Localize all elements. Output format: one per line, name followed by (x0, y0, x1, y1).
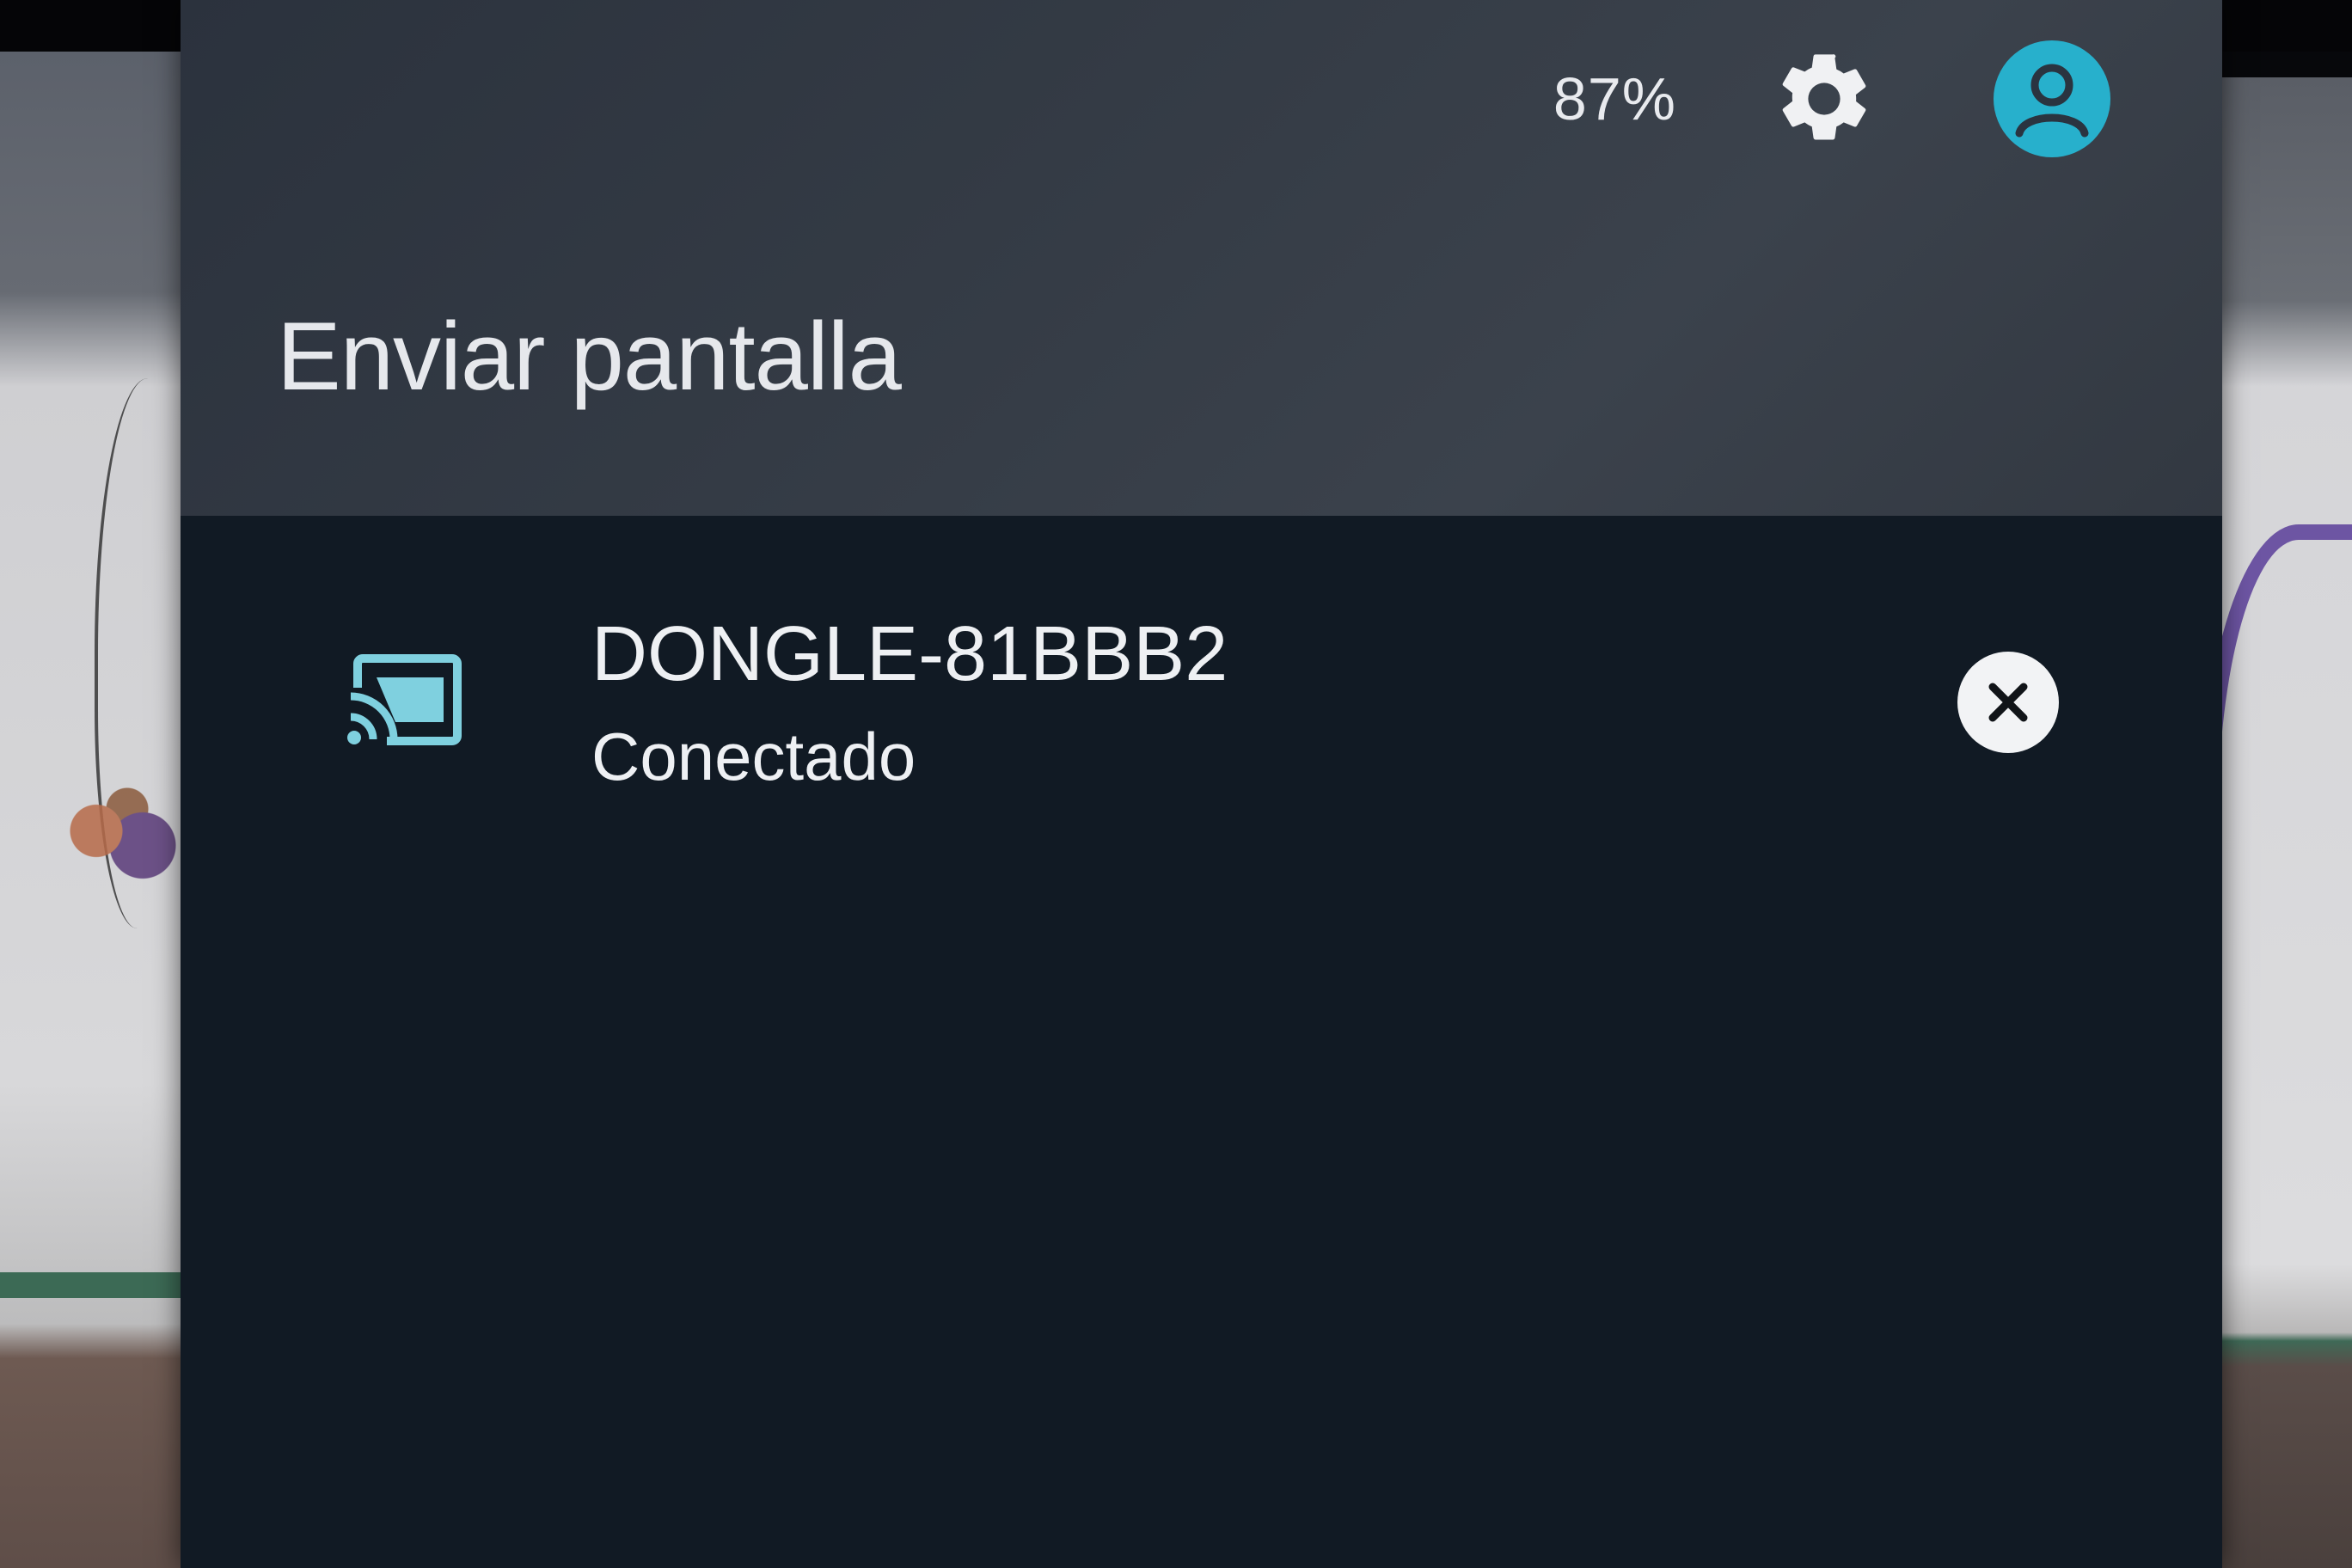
gear-icon[interactable] (1771, 46, 1877, 152)
account-circle-icon[interactable] (1994, 40, 2110, 157)
battery-level: 87% (1553, 65, 1676, 132)
page-title: Enviar pantalla (277, 303, 902, 410)
background-app-left (0, 52, 206, 1568)
device-status: Conectado (591, 719, 916, 794)
cast-screen-panel: 87% Enviar pantalla DONGLE-81BBB2 Conect… (181, 0, 2222, 1568)
cast-connected-icon (344, 653, 464, 748)
status-area: 87% (1553, 34, 2110, 163)
device-list-item[interactable]: DONGLE-81BBB2 Conectado (181, 585, 2222, 834)
background-strip (0, 1272, 206, 1298)
screen: 87% Enviar pantalla DONGLE-81BBB2 Conect… (0, 0, 2352, 1568)
background-scribble (2201, 524, 2352, 1021)
close-icon (1988, 683, 2028, 722)
panel-header: 87% Enviar pantalla (181, 0, 2222, 516)
device-name: DONGLE-81BBB2 (591, 611, 1228, 697)
disconnect-button[interactable] (1957, 652, 2059, 753)
background-flowers (34, 765, 189, 911)
